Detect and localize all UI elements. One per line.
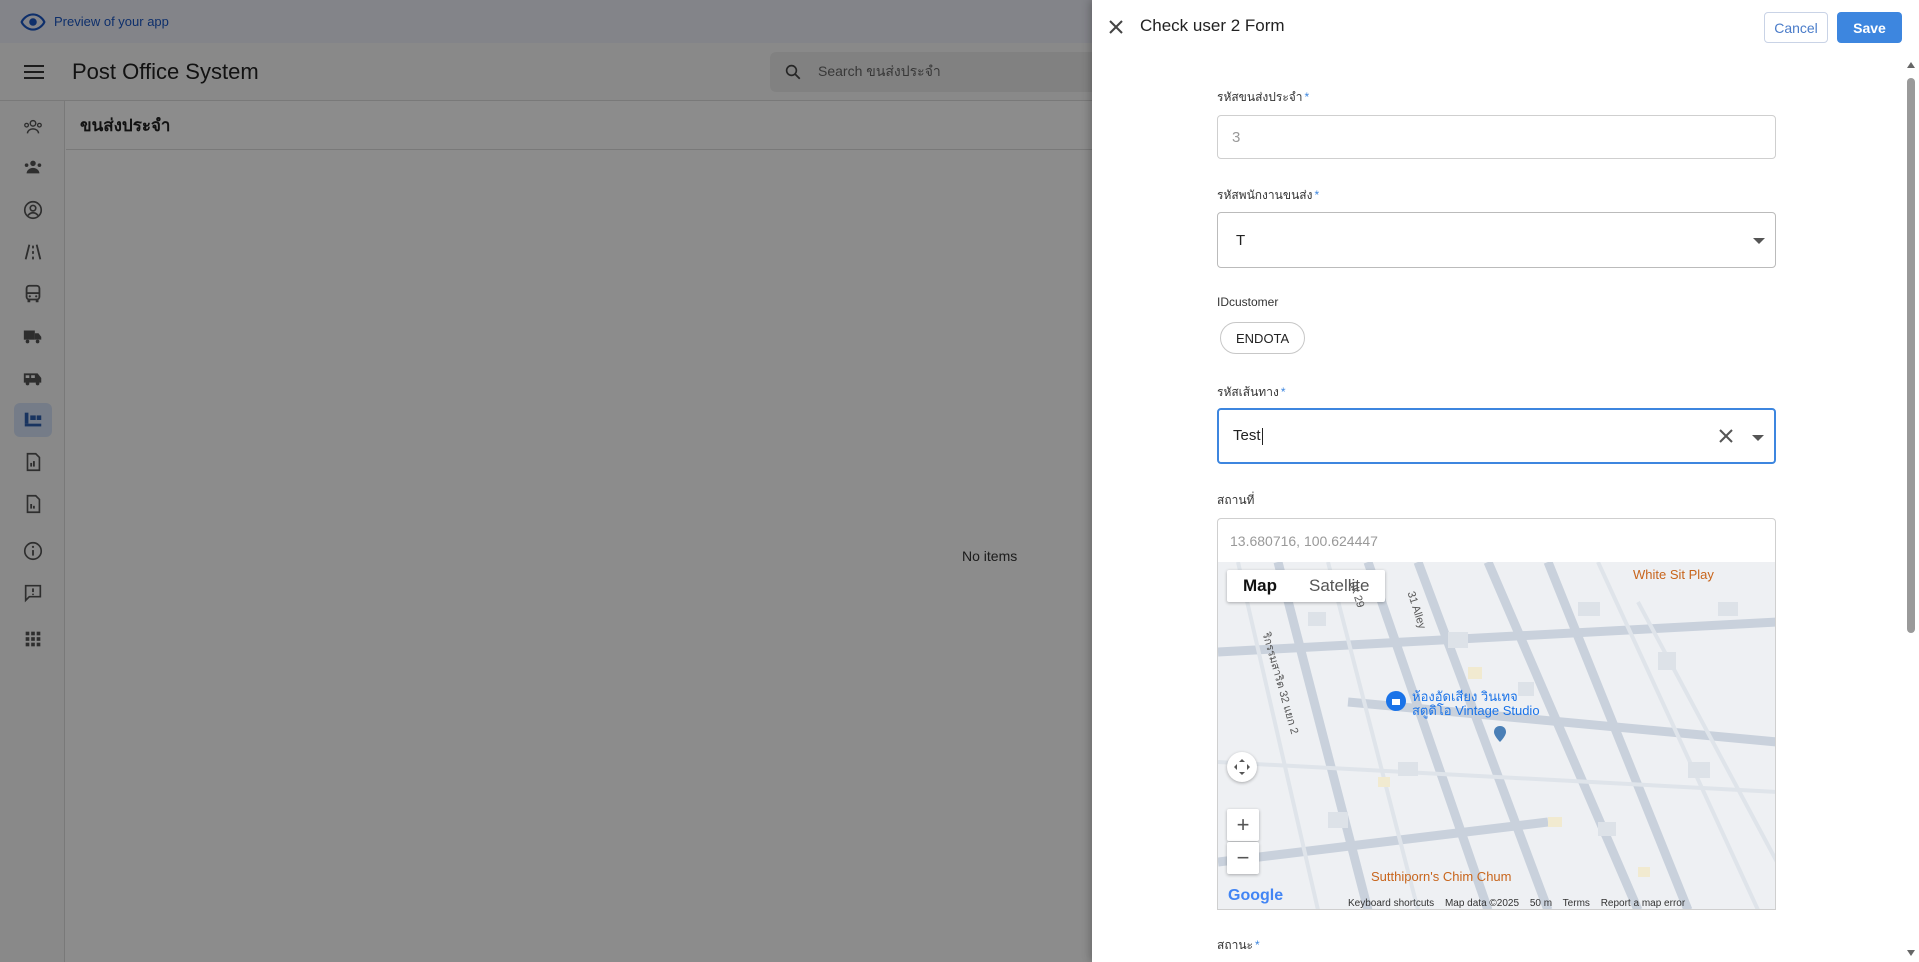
map-tab[interactable]: Map bbox=[1227, 570, 1293, 602]
report-error-link[interactable]: Report a map error bbox=[1601, 898, 1685, 909]
form-drawer: Check user 2 Form Cancel Save รหัสขนส่งป… bbox=[1092, 0, 1919, 962]
location-value: 13.680716, 100.624447 bbox=[1230, 532, 1378, 549]
field-label-location: สถานที่ bbox=[1217, 493, 1255, 507]
field-label-driver-id: รหัสพนักงานขนส่ง * bbox=[1217, 188, 1320, 202]
place-label-sutthiporn: Sutthiporn's Chim Chum bbox=[1371, 869, 1512, 884]
route-id-value: Test bbox=[1233, 427, 1263, 445]
map-roads bbox=[1218, 562, 1775, 909]
customer-chip[interactable]: ENDOTA bbox=[1220, 322, 1306, 354]
map-data-text: Map data ©2025 bbox=[1444, 898, 1520, 909]
place-label-white-sit: White Sit Play bbox=[1633, 567, 1714, 582]
field-label-customer-id: IDcustomer bbox=[1217, 295, 1279, 309]
scale-text: 50 m bbox=[1529, 898, 1553, 909]
cancel-button[interactable]: Cancel bbox=[1764, 12, 1828, 43]
zoom-out-button[interactable]: − bbox=[1227, 842, 1259, 874]
close-icon[interactable] bbox=[1106, 17, 1126, 37]
field-label-route-id: รหัสเส้นทาง * bbox=[1217, 385, 1286, 399]
drawer-title: Check user 2 Form bbox=[1140, 16, 1285, 35]
scrollbar[interactable] bbox=[1903, 58, 1919, 962]
satellite-tab[interactable]: Satellite bbox=[1293, 570, 1385, 602]
clear-icon[interactable] bbox=[1718, 428, 1734, 444]
keyboard-shortcuts-link[interactable]: Keyboard shortcuts bbox=[1348, 898, 1434, 909]
map-view[interactable]: Map Satellite White Sit Play 31 Alley uk… bbox=[1217, 562, 1776, 910]
drawer-header: Check user 2 Form Cancel Save bbox=[1092, 0, 1919, 54]
driver-id-select[interactable]: T bbox=[1217, 212, 1776, 268]
location-input[interactable]: 13.680716, 100.624447 bbox=[1217, 518, 1776, 562]
google-logo: Google bbox=[1228, 887, 1284, 904]
scroll-thumb[interactable] bbox=[1907, 78, 1915, 633]
poi-vintage-studio[interactable]: ห้องอัดเสียง วินเทจ สตูดิโอ Vintage Stud… bbox=[1412, 690, 1540, 718]
chevron-down-icon[interactable] bbox=[1753, 238, 1765, 244]
scroll-down-arrow[interactable] bbox=[1907, 950, 1915, 956]
field-label-status: สถานะ * bbox=[1217, 938, 1260, 952]
map-attribution: Keyboard shortcuts Map data ©2025 50 m T… bbox=[1348, 898, 1693, 909]
save-button[interactable]: Save bbox=[1837, 12, 1902, 43]
map-recenter-button[interactable] bbox=[1227, 752, 1257, 782]
chevron-down-icon[interactable] bbox=[1752, 435, 1764, 441]
route-id-input[interactable]: Test bbox=[1217, 408, 1776, 464]
scroll-up-arrow[interactable] bbox=[1907, 62, 1915, 68]
fullscreen-icon bbox=[1234, 759, 1250, 775]
driver-id-value: T bbox=[1236, 231, 1246, 249]
field-label-transport-id: รหัสขนส่งประจำ * bbox=[1217, 90, 1310, 104]
transport-id-value: 3 bbox=[1232, 128, 1241, 146]
terms-link[interactable]: Terms bbox=[1563, 898, 1590, 909]
transport-id-field[interactable]: 3 bbox=[1217, 115, 1776, 159]
zoom-in-button[interactable]: + bbox=[1227, 809, 1259, 841]
